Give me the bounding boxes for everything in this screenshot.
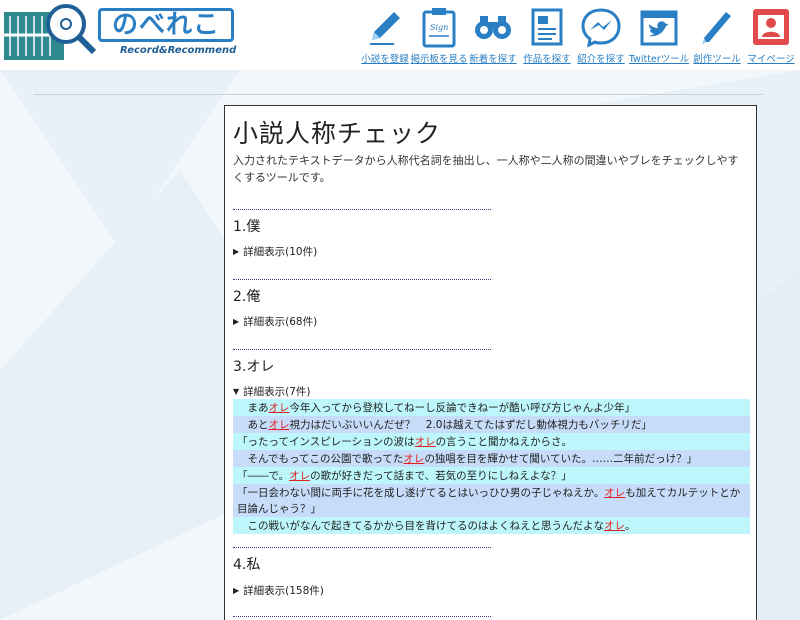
page-title: 小説人称チェック: [233, 119, 442, 148]
nav-writing-tool[interactable]: 創作ツール: [690, 6, 744, 65]
section-separator: [233, 547, 491, 548]
triangle-down-icon: ▼: [233, 387, 240, 396]
section-separator: [233, 349, 491, 350]
detail-toggle-open[interactable]: ▼ 詳細表示(7件): [233, 384, 311, 399]
section-title: 2.俺: [233, 289, 261, 305]
detail-label: 詳細表示(158件): [243, 585, 324, 597]
quote-item: 「――で。オレの歌が好きだって話まで、若気の至りにしねえよな？」: [233, 467, 750, 484]
nav-label: 創作ツール: [693, 54, 741, 65]
detail-label: 詳細表示(7件): [243, 386, 311, 398]
highlight-word[interactable]: オレ: [289, 470, 310, 482]
svg-text:Sign: Sign: [430, 23, 448, 32]
section-title: 3.オレ: [233, 359, 275, 375]
nav-label: 作品を探す: [523, 54, 571, 65]
nav-label: Twitterツール: [628, 54, 690, 65]
page-description: 入力されたテキストデータから人称代名詞を抽出し、一人称や二人称の間違いやブレをチ…: [233, 154, 739, 184]
logo-subtitle: Record&Recommend: [120, 45, 237, 56]
quote-item: 「一日会わない間に両手に花を成し遂げてるとはいっひひ男の子じゃねえか。オレも加え…: [233, 484, 750, 517]
tool-panel: 小説人称チェック 入力されたテキストデータから人称代名詞を抽出し、一人称や二人称…: [224, 105, 757, 620]
quote-item: この戦いがなんで起きてるかから目を背けてるのはよくねえと思うんだよなオレ。: [233, 517, 750, 534]
site-logo[interactable]: のべれこ Record&Recommend: [2, 2, 238, 64]
section-title: 1.僕: [233, 219, 261, 235]
quote-item: 「ったってインスピレーションの波はオレの言うこと聞かねえからさ。: [233, 433, 750, 450]
nav-intro[interactable]: 紹介を探す: [574, 6, 628, 65]
highlight-word[interactable]: オレ: [403, 453, 424, 465]
nav-board[interactable]: Sign 掲示板を見る: [410, 6, 468, 65]
nav-register-novel[interactable]: 小説を登録: [358, 6, 412, 65]
binoculars-icon: [475, 16, 511, 39]
user-icon: [753, 9, 789, 45]
logo-text: のべれこ: [98, 8, 234, 42]
container-magnifier-icon: [4, 4, 97, 60]
detail-label: 詳細表示(10件): [243, 246, 318, 258]
header-divider: [34, 94, 764, 95]
quote-item: まあオレ今年入ってから登校してねーし反論できねーが酷い呼び方じゃんよ少年」: [233, 399, 750, 416]
quote-item: そんでもってこの公園で歌ってたオレの独唱を目を輝かせて聞いていた。……二年前だっ…: [233, 450, 750, 467]
highlight-word[interactable]: オレ: [269, 402, 290, 414]
triangle-right-icon: ▶: [233, 247, 240, 256]
nav-label: 掲示板を見る: [410, 54, 468, 65]
main-nav: 小説を登録 Sign 掲示板を見る 新着を探す 作品を探す 紹介を探す Twit…: [358, 6, 798, 65]
detail-label: 詳細表示(68件): [243, 316, 318, 328]
pen-icon: [702, 12, 731, 45]
detail-toggle[interactable]: ▶ 詳細表示(10件): [233, 244, 317, 259]
detail-toggle[interactable]: ▶ 詳細表示(68件): [233, 314, 317, 329]
quote-list: まあオレ今年入ってから登校してねーし反論できねーが酷い呼び方じゃんよ少年」 あと…: [233, 399, 750, 534]
nav-new[interactable]: 新着を探す: [466, 6, 520, 65]
highlight-word[interactable]: オレ: [415, 436, 436, 448]
detail-toggle[interactable]: ▶ 詳細表示(158件): [233, 583, 324, 598]
twitter-icon: [640, 10, 678, 46]
nav-label: 小説を登録: [361, 54, 409, 65]
quote-item: あとオレ視力はだいぶいいんだぜ？ 2.0は越えてたはずだし動体視力もバッチリだ」: [233, 416, 750, 433]
section-separator: [233, 209, 491, 210]
section-title: 4.私: [233, 557, 261, 573]
section-separator: [233, 279, 491, 280]
nav-mypage[interactable]: マイページ: [744, 6, 798, 65]
document-icon: [531, 8, 563, 46]
nav-label: 紹介を探す: [577, 54, 625, 65]
nav-label: マイページ: [747, 54, 795, 65]
section-separator: [233, 616, 491, 617]
nav-works[interactable]: 作品を探す: [520, 6, 574, 65]
highlight-word[interactable]: オレ: [269, 419, 290, 431]
nav-label: 新着を探す: [469, 54, 517, 65]
clipboard-sign-icon: Sign: [422, 8, 456, 48]
pencil-icon: [370, 12, 400, 45]
triangle-right-icon: ▶: [233, 586, 240, 595]
nav-twitter-tool[interactable]: Twitterツール: [628, 6, 690, 65]
triangle-right-icon: ▶: [233, 317, 240, 326]
highlight-word[interactable]: オレ: [604, 520, 625, 532]
site-header: のべれこ Record&Recommend 小説を登録 Sign 掲示板を見る: [0, 0, 800, 70]
messenger-icon: [581, 8, 621, 48]
highlight-word[interactable]: オレ: [604, 487, 625, 499]
